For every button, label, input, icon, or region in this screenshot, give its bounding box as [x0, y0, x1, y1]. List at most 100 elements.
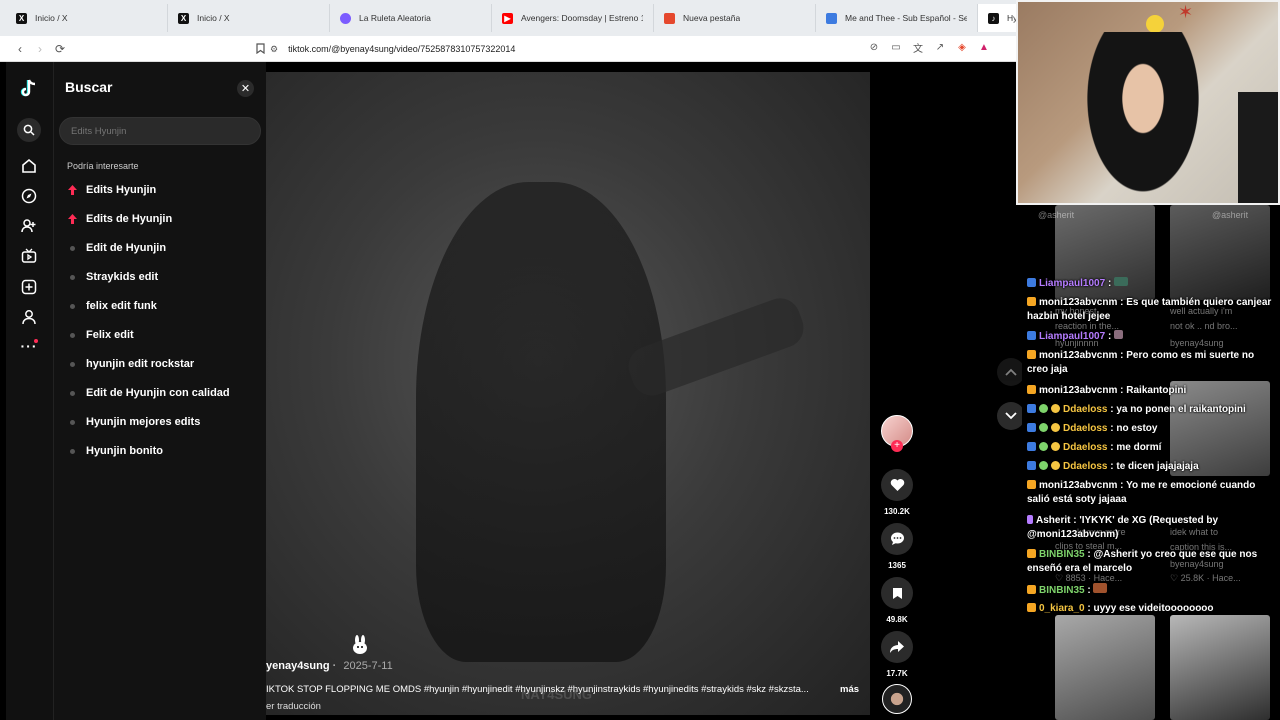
chat-username[interactable]: moni123abvcnm [1039, 350, 1117, 361]
tab-title: Inicio / X [35, 13, 68, 23]
bullet-dot-icon [67, 303, 77, 309]
chat-username[interactable]: Ddaeloss [1063, 442, 1107, 453]
comment-count: 1365 [888, 561, 906, 570]
follow-plus-icon[interactable]: + [891, 440, 903, 452]
chat-username[interactable]: Ddaeloss [1063, 461, 1107, 472]
url-text: tiktok.com/@byenay4sung/video/7525878310… [288, 44, 516, 54]
chat-username[interactable]: 0_kiara_0 [1039, 603, 1085, 614]
tiktok-page: ··· Buscar ✕ Podría interesarte Edits Hy… [0, 62, 1025, 720]
chat-username[interactable]: Liampaul1007 [1039, 278, 1105, 289]
suggestion-item[interactable]: Edits de Hyunjin [67, 209, 172, 229]
chat-message: BINBIN35 : [1027, 583, 1277, 598]
reload-icon[interactable]: ⟳ [50, 39, 70, 59]
caption-more-link[interactable]: más [840, 684, 859, 695]
brave-icon [664, 12, 675, 24]
browser-tab[interactable]: La Ruleta Aleatoria [330, 4, 492, 32]
chat-username[interactable]: moni123abvcnm [1039, 385, 1117, 396]
trending-arrow-icon [67, 185, 77, 195]
following-icon[interactable] [18, 215, 40, 237]
search-panel: Buscar ✕ Podría interesarte Edits Hyunji… [54, 62, 266, 720]
suggestion-item[interactable]: hyunjin edit rockstar [67, 354, 194, 374]
bullet-dot-icon [67, 390, 77, 396]
browser-tab[interactable]: ▶ Avengers: Doomsday | Estreno 17 de [492, 4, 654, 32]
cast-icon[interactable]: ▭ [889, 40, 903, 54]
chat-text: : [1107, 331, 1112, 342]
video-username[interactable]: yenay4sung [266, 660, 330, 672]
suggestion-item[interactable]: Hyunjin bonito [67, 441, 163, 461]
save-action[interactable]: 49.8K [880, 577, 914, 624]
close-icon[interactable]: ✕ [237, 80, 254, 97]
chat-message: BINBIN35 : @Asherit yo creo que ese que … [1027, 548, 1277, 576]
creator-avatar[interactable]: + [880, 415, 914, 452]
suggestion-label: Edits Hyunjin [86, 184, 157, 196]
like-action[interactable]: 130.2K [880, 469, 914, 516]
bookmark-icon[interactable] [250, 39, 270, 59]
suggestion-item[interactable]: Edit de Hyunjin con calidad [67, 383, 230, 403]
chat-message: Ddaeloss : ya no ponen el raikantopini [1027, 403, 1277, 417]
browser-tab-active[interactable]: ♪ Hy [978, 4, 1017, 32]
suggestion-item[interactable]: Straykids edit [67, 267, 158, 287]
sub-badge-icon [1027, 585, 1036, 594]
video-author[interactable]: yenay4sung · 2025-7-11 [266, 660, 393, 672]
suggestion-item[interactable]: Edits Hyunjin [67, 180, 156, 200]
browser-tab[interactable]: X Inicio / X [6, 4, 168, 32]
heart-icon[interactable] [881, 469, 913, 501]
sub-badge-icon [1027, 549, 1036, 558]
chat-username[interactable]: BINBIN35 [1039, 549, 1085, 560]
suggestion-item[interactable]: felix edit funk [67, 296, 157, 316]
bullet-dot-icon [67, 274, 77, 280]
browser-tab[interactable]: Nueva pestaña [654, 4, 816, 32]
chat-username[interactable]: moni123abvcnm [1039, 297, 1117, 308]
comment-icon[interactable] [881, 523, 913, 555]
see-translation-link[interactable]: er traducción [266, 701, 321, 712]
translate-icon[interactable]: 文 [911, 40, 925, 55]
explore-icon[interactable] [18, 185, 40, 207]
tiktok-logo-icon[interactable] [18, 78, 40, 100]
live-icon[interactable] [18, 245, 40, 267]
search-input[interactable] [59, 117, 261, 145]
suggestion-item[interactable]: Felix edit [67, 325, 134, 345]
trending-arrow-icon [67, 214, 77, 224]
chat-text: : uyyy ese videitoooooooo [1087, 603, 1214, 614]
suggestion-item[interactable]: Edit de Hyunjin [67, 238, 166, 258]
brave-rewards-icon[interactable]: ▲ [977, 40, 991, 54]
home-icon[interactable] [18, 155, 40, 177]
tab-title: Nueva pestaña [683, 13, 741, 23]
chat-username[interactable]: moni123abvcnm [1039, 480, 1117, 491]
chevron-up-icon[interactable] [997, 358, 1025, 386]
chevron-down-icon[interactable] [997, 402, 1025, 430]
bullet-dot-icon [67, 361, 77, 367]
share-action[interactable]: 17.7K [880, 631, 914, 678]
suggestion-item[interactable]: Hyunjin mejores edits [67, 412, 200, 432]
chat-username[interactable]: Asherit [1036, 515, 1070, 526]
clip-thumbnail [1055, 615, 1155, 720]
forward-icon[interactable]: › [30, 39, 50, 59]
back-icon[interactable]: ‹ [10, 39, 30, 59]
music-disc-icon[interactable] [882, 684, 912, 714]
chat-text: : [1087, 585, 1091, 596]
suggestion-label: Edit de Hyunjin [86, 242, 167, 254]
share-arrow-icon[interactable] [881, 631, 913, 663]
profile-icon[interactable] [18, 306, 40, 328]
browser-tab[interactable]: Me and Thee - Sub Español - Series [816, 4, 978, 32]
search-icon[interactable] [17, 118, 41, 142]
upload-icon[interactable] [18, 276, 40, 298]
bookmark-icon[interactable] [881, 577, 913, 609]
share-icon[interactable]: ↗ [933, 40, 947, 54]
reader-mode-icon[interactable]: ⊘ [867, 40, 881, 54]
video-player[interactable]: NAY4SUNG yenay4sung · 2025-7-11 IKTOK ST… [266, 72, 870, 715]
prime-badge-icon [1027, 278, 1036, 287]
brave-shield-icon[interactable]: ◈ [955, 40, 969, 54]
music-disc[interactable] [880, 684, 914, 714]
site-settings-icon[interactable]: ⚙ [270, 44, 278, 55]
browser-tab[interactable]: X Inicio / X [168, 4, 330, 32]
chat-username[interactable]: BINBIN35 [1039, 585, 1085, 596]
chat-username[interactable]: Ddaeloss [1063, 423, 1107, 434]
more-icon[interactable]: ··· [18, 335, 40, 357]
sub-badge-icon [1027, 603, 1036, 612]
clip-handle: @asherit [1212, 210, 1249, 220]
comment-action[interactable]: 1365 [880, 523, 914, 570]
chat-username[interactable]: Ddaeloss [1063, 404, 1107, 415]
moderator-badge-icon [1039, 423, 1048, 432]
chat-username[interactable]: Liampaul1007 [1039, 331, 1105, 342]
